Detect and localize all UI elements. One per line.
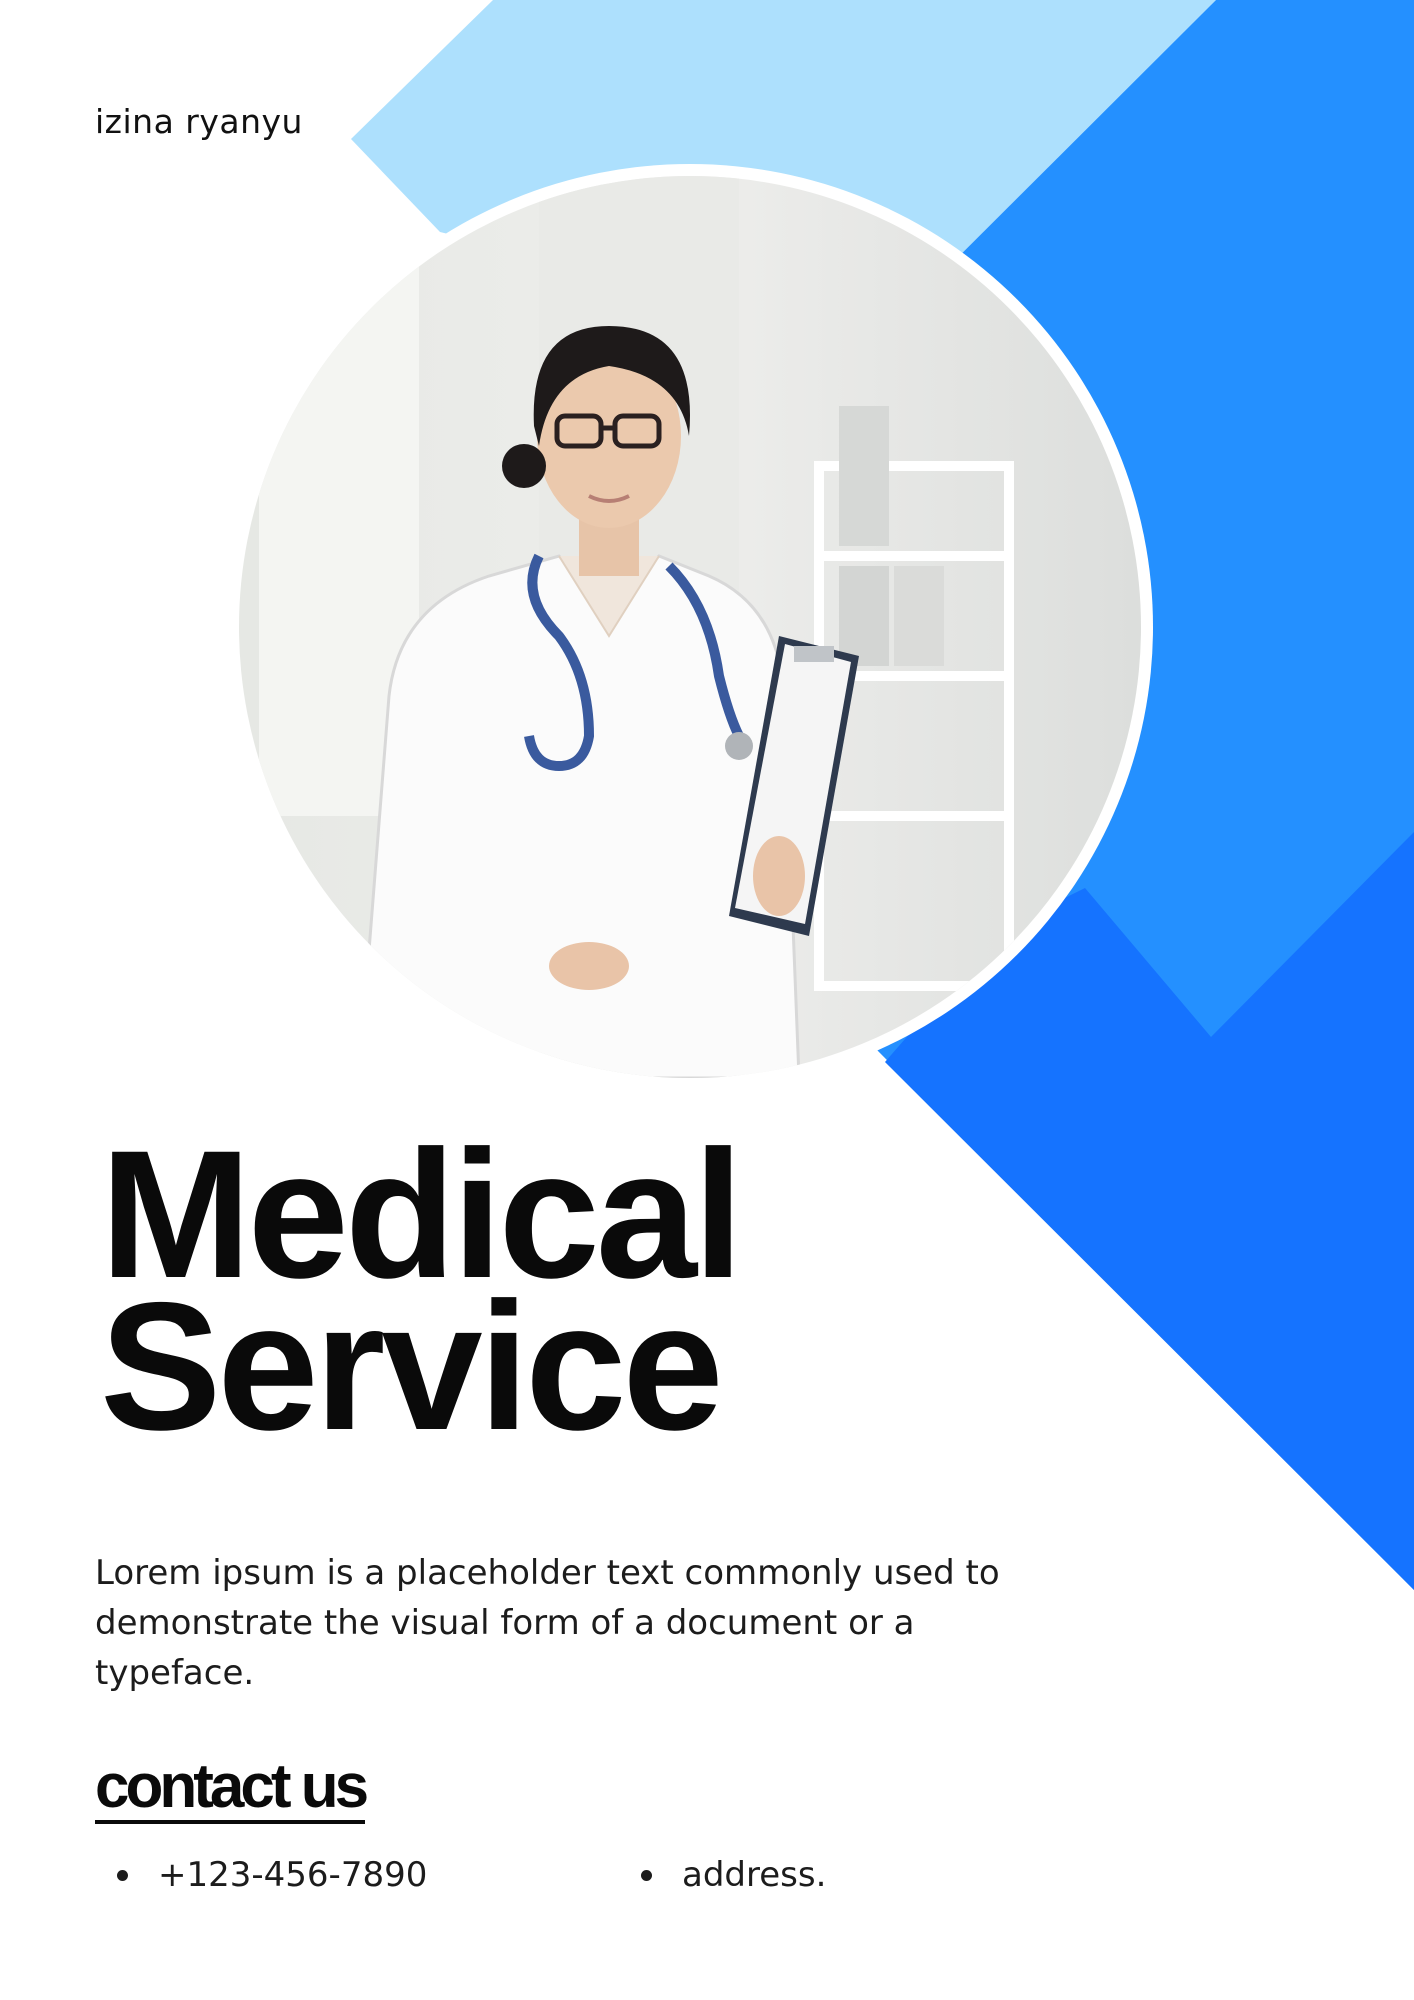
doctor-photo bbox=[239, 176, 1141, 1078]
bullet-icon bbox=[641, 1869, 652, 1881]
contact-phone: +123-456-7890 bbox=[117, 1855, 427, 1895]
headline-line-2: Service bbox=[100, 1264, 724, 1468]
contact-heading: contact us bbox=[95, 1754, 369, 1824]
headline: Medical Service bbox=[100, 1123, 744, 1468]
bullet-icon bbox=[117, 1869, 128, 1881]
contact-address: address. bbox=[641, 1855, 826, 1895]
address-text: address. bbox=[682, 1855, 827, 1895]
brand-name: izina ryanyu bbox=[95, 102, 303, 141]
description-text: Lorem ipsum is a placeholder text common… bbox=[95, 1553, 1000, 1693]
phone-number: +123-456-7890 bbox=[158, 1855, 428, 1895]
